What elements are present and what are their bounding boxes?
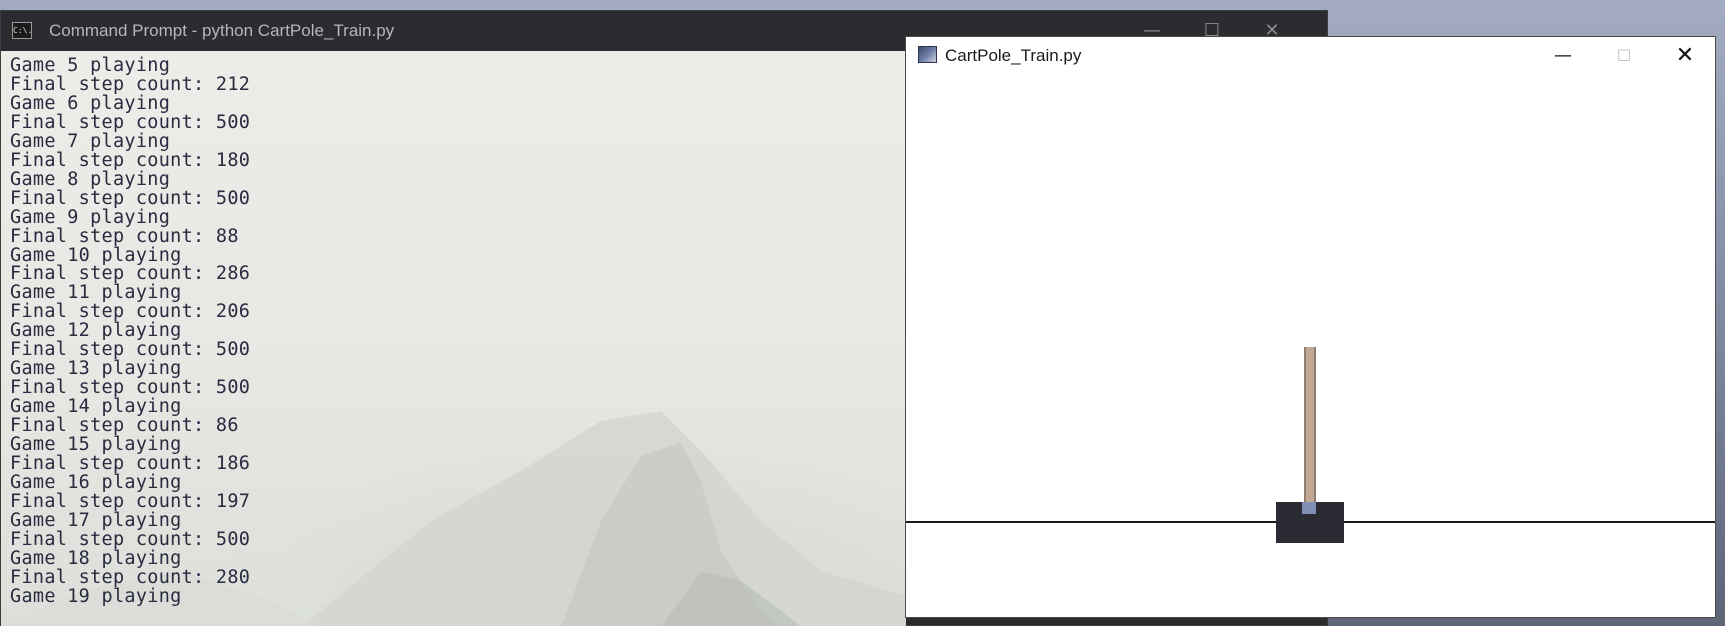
- axle: [1302, 502, 1316, 514]
- cartpole-close-button[interactable]: ✕: [1665, 41, 1705, 71]
- console-line: Game 7 playing: [10, 130, 171, 152]
- cartpole-window-title: CartPole_Train.py: [945, 46, 1082, 65]
- console-line: Game 19 playing: [10, 585, 182, 607]
- console-line: Final step count: 180: [10, 149, 251, 171]
- console-line: Game 17 playing: [10, 509, 182, 531]
- cartpole-render-canvas: [906, 77, 1715, 617]
- console-line: Game 9 playing: [10, 206, 171, 228]
- cartpole-maximize-button[interactable]: ☐: [1604, 41, 1644, 71]
- console-output[interactable]: Game 5 playing Final step count: 212 Game …: [1, 51, 906, 626]
- console-line: Final step count: 500: [10, 111, 251, 133]
- console-text: Game 5 playing Final step count: 212 Game …: [10, 56, 251, 607]
- console-line: Final step count: 280: [10, 566, 251, 588]
- command-prompt-icon: C:\.: [12, 22, 32, 39]
- desktop: C:\. Command Prompt - python CartPole_Tr…: [0, 0, 1725, 626]
- console-line: Final step count: 500: [10, 187, 251, 209]
- console-line: Final step count: 88: [10, 225, 239, 247]
- cartpole-minimize-button[interactable]: —: [1543, 41, 1583, 71]
- cartpole-title-bar[interactable]: CartPole_Train.py — ☐ ✕: [906, 37, 1715, 77]
- console-line: Game 8 playing: [10, 168, 171, 190]
- cmd-window-title: Command Prompt - python CartPole_Train.p…: [49, 21, 395, 40]
- pole: [1304, 347, 1316, 507]
- console-line: Game 18 playing: [10, 547, 182, 569]
- cartpole-window[interactable]: CartPole_Train.py — ☐ ✕: [905, 36, 1716, 618]
- python-app-icon: [918, 46, 937, 63]
- console-line: Final step count: 500: [10, 528, 251, 550]
